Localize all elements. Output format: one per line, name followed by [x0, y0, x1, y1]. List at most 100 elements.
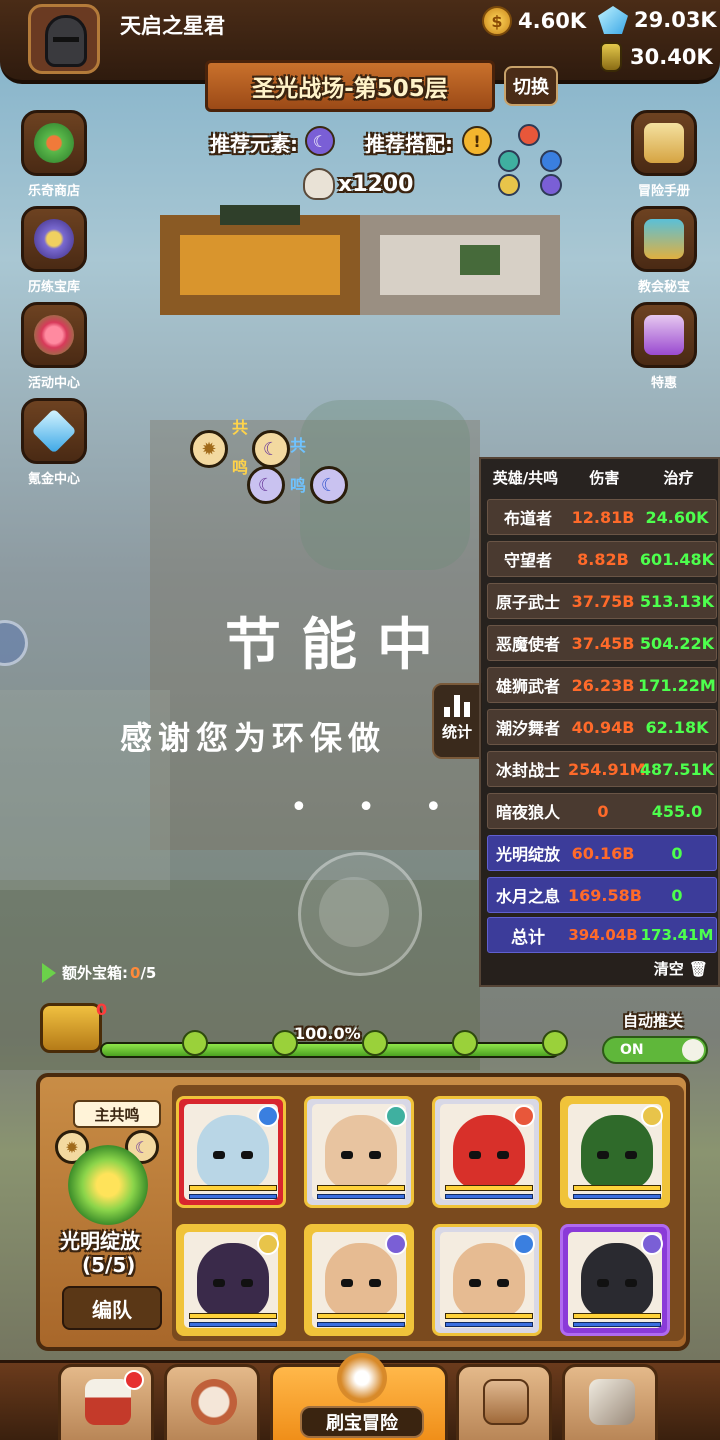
nav-hero-button[interactable] — [164, 1364, 260, 1440]
key-marker-icon — [452, 1030, 478, 1056]
hero-name: 布道者 — [503, 509, 552, 528]
light-bloom-flower-icon — [68, 1145, 148, 1225]
heal-value: 171.22M — [638, 675, 716, 695]
hero-energy-bar — [189, 1194, 277, 1199]
light-element-icon — [498, 174, 520, 196]
extra-chest-value: 0 — [130, 963, 141, 982]
resonance-text-2: 共鸣 — [290, 436, 307, 495]
hero-health-bar — [573, 1313, 661, 1319]
key-marker-icon — [182, 1030, 208, 1056]
recommend-element-label: 推荐元素: — [210, 132, 298, 156]
clear-stats-button[interactable]: 清空 🗑 — [654, 958, 708, 979]
hero-health-bar — [573, 1185, 661, 1191]
stats-row: 守望者 8.82B 601.48K — [487, 541, 717, 577]
hero-health-bar — [317, 1185, 405, 1191]
hero-icon — [191, 1379, 237, 1425]
progress-percent: 100.0% — [294, 1024, 361, 1043]
hero-name: 水月之息 — [495, 887, 560, 906]
dark-resonance-icon[interactable]: ☾ — [252, 430, 290, 468]
extra-chest-max: /5 — [140, 963, 157, 982]
player-avatar[interactable] — [28, 4, 100, 74]
total-damage: 394.04B — [568, 926, 638, 944]
side-button-special-offer[interactable]: 特惠 — [628, 302, 700, 391]
trash-icon: 🗑 — [688, 960, 708, 978]
hero-card[interactable] — [560, 1096, 670, 1208]
extra-chest-label: 额外宝箱: — [62, 964, 128, 982]
total-heal: 173.41M — [640, 926, 714, 944]
hero-health-bar — [445, 1313, 533, 1319]
warning-icon[interactable]: ! — [462, 126, 492, 156]
hero-name: 恶魔使者 — [495, 635, 560, 654]
light-resonance-icon[interactable]: ✹ — [190, 430, 228, 468]
hero-energy-bar — [317, 1194, 405, 1199]
key-marker-icon — [542, 1030, 568, 1056]
formation-button[interactable]: 编队 — [62, 1286, 162, 1330]
heal-value: 455.0 — [651, 801, 703, 821]
wind-element-icon — [385, 1105, 407, 1127]
light-element-icon — [257, 1233, 279, 1255]
potion-counter[interactable]: 30.40K — [600, 42, 713, 72]
heal-value: 24.60K — [645, 507, 709, 527]
damage-value: 37.45B — [571, 633, 635, 653]
dark-moon-element-icon: ☾ — [305, 126, 335, 156]
side-button-vault[interactable]: 历练宝库 — [18, 206, 90, 295]
hero-card[interactable] — [432, 1096, 542, 1208]
side-label: 活动中心 — [27, 376, 80, 391]
kill-count: x1200 — [338, 172, 414, 197]
hero-card[interactable] — [304, 1224, 414, 1336]
dark-element-icon — [540, 174, 562, 196]
fire-element-icon — [518, 124, 540, 146]
stage-title-banner: 圣光战场-第505层 — [205, 60, 495, 112]
heal-value: 0 — [671, 885, 683, 905]
left-edge-button[interactable] — [0, 620, 28, 666]
nav-forge-button[interactable] — [562, 1364, 658, 1440]
gem-counter[interactable]: 29.03K — [598, 6, 717, 34]
treasure-chest-icon[interactable] — [40, 1003, 102, 1053]
gold-counter[interactable]: $ 4.60K — [482, 6, 586, 36]
hero-health-bar — [189, 1313, 277, 1319]
dark-resonance-icon-2[interactable]: ☾ — [247, 466, 285, 504]
heal-value: 504.22K — [639, 633, 715, 653]
hero-name: 雄狮武者 — [495, 677, 560, 696]
damage-value: 12.81B — [571, 507, 635, 527]
nav-backpack-button[interactable] — [456, 1364, 552, 1440]
water-resonance-icon[interactable]: ☾ — [310, 466, 348, 504]
side-button-church-treasure[interactable]: 教会秘宝 — [628, 206, 700, 295]
hero-energy-bar — [189, 1322, 277, 1327]
toggle-state: ON — [620, 1042, 644, 1058]
hero-card[interactable] — [176, 1224, 286, 1336]
play-icon — [42, 962, 56, 983]
water-element-icon — [513, 1233, 535, 1255]
heal-value: 601.48K — [639, 549, 715, 569]
water-element-icon — [540, 150, 562, 172]
side-label: 冒险手册 — [637, 184, 690, 199]
hero-card[interactable] — [176, 1096, 286, 1208]
auto-advance-toggle[interactable]: ON — [602, 1036, 708, 1064]
gold-value: 4.60K — [518, 9, 587, 33]
side-label: 特惠 — [650, 376, 677, 391]
hero-energy-bar — [573, 1194, 661, 1199]
hero-card[interactable] — [432, 1224, 542, 1336]
side-button-events[interactable]: 活动中心 — [18, 302, 90, 391]
diamond-icon — [31, 408, 77, 454]
stats-toggle-button[interactable]: 统计 — [432, 683, 482, 759]
side-button-topup[interactable]: 氪金中心 — [18, 398, 90, 487]
header-damage: 伤害 — [589, 468, 620, 487]
dark-element-icon — [385, 1233, 407, 1255]
virtual-joystick[interactable] — [298, 852, 422, 976]
clover-shop-icon — [34, 123, 74, 163]
chest-count: 0 — [96, 1000, 108, 1019]
hero-card[interactable] — [560, 1224, 670, 1336]
flower-bouquet-icon — [34, 315, 74, 355]
header-heal: 治疗 — [663, 468, 694, 487]
damage-value: 254.91M — [568, 759, 646, 779]
side-button-handbook[interactable]: 冒险手册 — [628, 110, 700, 199]
side-button-shop[interactable]: 乐奇商店 — [18, 110, 90, 199]
stats-row: 光明绽放 60.16B 0 — [487, 835, 717, 871]
gift-box-icon — [644, 315, 684, 355]
hero-card[interactable] — [304, 1096, 414, 1208]
hero-name: 光明绽放 — [495, 845, 560, 864]
switch-stage-button[interactable]: 切换 — [504, 66, 558, 106]
backpack-icon — [483, 1379, 529, 1425]
extra-chest-row[interactable]: 额外宝箱: 0 /5 — [42, 962, 156, 983]
